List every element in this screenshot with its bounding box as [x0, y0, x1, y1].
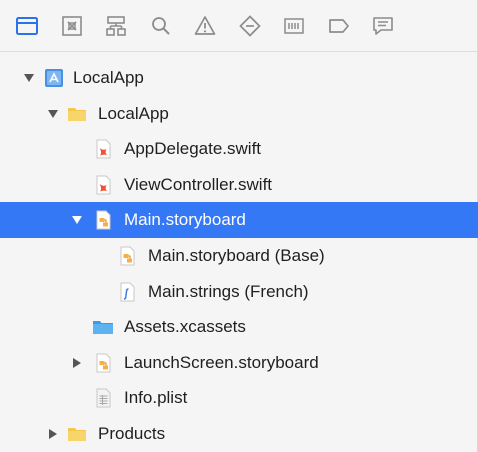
- test-navigator-tab[interactable]: [233, 9, 267, 43]
- storyboard-icon: [93, 353, 113, 373]
- search-icon: [151, 16, 170, 35]
- breakpoint-navigator-tab[interactable]: [322, 9, 356, 43]
- folder-icon: [16, 16, 38, 35]
- tree-row-label: Products: [98, 423, 166, 443]
- tree-row-launchscreen-storyboard[interactable]: LaunchScreen.storyboard: [0, 345, 478, 381]
- file-tree: LocalApp LocalApp AppDelegate.swift View…: [0, 60, 478, 452]
- tree-row-viewcontroller-swift[interactable]: ViewController.swift: [0, 167, 478, 203]
- find-navigator-tab[interactable]: [144, 9, 178, 43]
- warning-icon: [194, 15, 216, 35]
- issue-navigator-tab[interactable]: [188, 9, 222, 43]
- disclosure-open-icon[interactable]: [46, 107, 60, 121]
- project-navigator-tab[interactable]: [10, 9, 44, 43]
- disclosure-closed-icon[interactable]: [70, 356, 84, 370]
- tree-row-info-plist[interactable]: Info.plist: [0, 380, 478, 416]
- strings-file-icon: [117, 282, 137, 302]
- breakpoint-icon: [328, 18, 349, 33]
- asset-catalog-icon: [92, 317, 114, 337]
- tree-row-assets-xcassets[interactable]: Assets.xcassets: [0, 309, 478, 345]
- tree-row-label: LocalApp: [73, 68, 144, 87]
- tree-row-main-storyboard-base[interactable]: Main.storyboard (Base): [0, 238, 478, 274]
- tree-row-label: AppDelegate.swift: [124, 139, 262, 159]
- tree-row-label: Assets.xcassets: [124, 317, 246, 337]
- xcode-project-icon: [44, 68, 64, 88]
- debug-navigator-tab[interactable]: [277, 9, 311, 43]
- tree-row-main-strings-french[interactable]: Main.strings (French): [0, 274, 478, 310]
- tree-row-localapp-folder[interactable]: LocalApp: [0, 96, 478, 132]
- tree-row-appdelegate-swift[interactable]: AppDelegate.swift: [0, 131, 478, 167]
- project-navigator: LocalApp LocalApp AppDelegate.swift View…: [0, 0, 478, 452]
- tree-row-label: LaunchScreen.storyboard: [124, 352, 319, 372]
- disclosure-open-icon[interactable]: [70, 213, 84, 227]
- storyboard-icon: [93, 210, 113, 230]
- storyboard-icon: [117, 246, 137, 266]
- swift-file-icon: [93, 139, 113, 159]
- folder-icon: [67, 424, 87, 444]
- disclosure-closed-icon[interactable]: [46, 427, 60, 441]
- swift-file-icon: [93, 175, 113, 195]
- tree-row-label: ViewController.swift: [124, 174, 273, 194]
- debug-bars-icon: [284, 17, 304, 34]
- report-bubble-icon: [373, 16, 393, 35]
- tree-row-main-storyboard[interactable]: Main.storyboard: [0, 202, 478, 238]
- tree-row-localapp-project[interactable]: LocalApp: [0, 60, 478, 96]
- source-control-icon: [61, 15, 82, 36]
- symbol-hierarchy-icon: [106, 15, 126, 36]
- report-navigator-tab[interactable]: [366, 9, 400, 43]
- disclosure-open-icon[interactable]: [22, 71, 36, 85]
- plist-icon: [93, 388, 113, 408]
- tree-row-label: Main.storyboard: [124, 210, 246, 230]
- folder-icon: [67, 104, 87, 124]
- tree-row-label: Info.plist: [124, 388, 188, 408]
- tree-row-label: Main.storyboard (Base): [148, 245, 325, 265]
- tree-row-label: Main.strings (French): [148, 281, 309, 301]
- tree-row-products[interactable]: Products: [0, 416, 478, 452]
- diamond-icon: [238, 14, 261, 37]
- tree-row-label: LocalApp: [98, 103, 169, 123]
- symbol-navigator-tab[interactable]: [99, 9, 133, 43]
- navigator-toolbar: [0, 0, 478, 52]
- source-control-navigator-tab[interactable]: [55, 9, 89, 43]
